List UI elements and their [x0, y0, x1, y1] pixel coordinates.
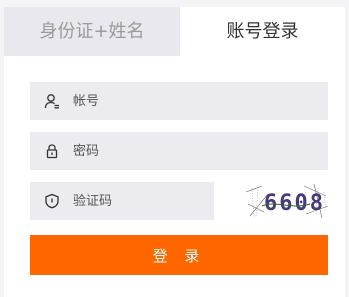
tab-account-login[interactable]: 账号登录 — [180, 7, 345, 56]
user-icon — [44, 94, 59, 109]
captcha-input[interactable] — [73, 182, 203, 220]
lock-icon — [46, 144, 58, 159]
captcha-image[interactable]: 6608 — [244, 182, 330, 220]
login-card: 身份证+姓名 账号登录 6608 登 录 — [4, 7, 345, 297]
shield-icon — [45, 193, 59, 209]
tab-id-name[interactable]: 身份证+姓名 — [4, 7, 180, 56]
password-field[interactable] — [30, 132, 328, 170]
captcha-text: 6608 — [264, 191, 325, 216]
account-input[interactable] — [73, 82, 313, 120]
login-button[interactable]: 登 录 — [30, 235, 328, 275]
account-field[interactable] — [30, 82, 328, 120]
login-tabs: 身份证+姓名 账号登录 — [4, 7, 345, 56]
password-input[interactable] — [73, 132, 313, 170]
captcha-field[interactable] — [30, 182, 214, 220]
